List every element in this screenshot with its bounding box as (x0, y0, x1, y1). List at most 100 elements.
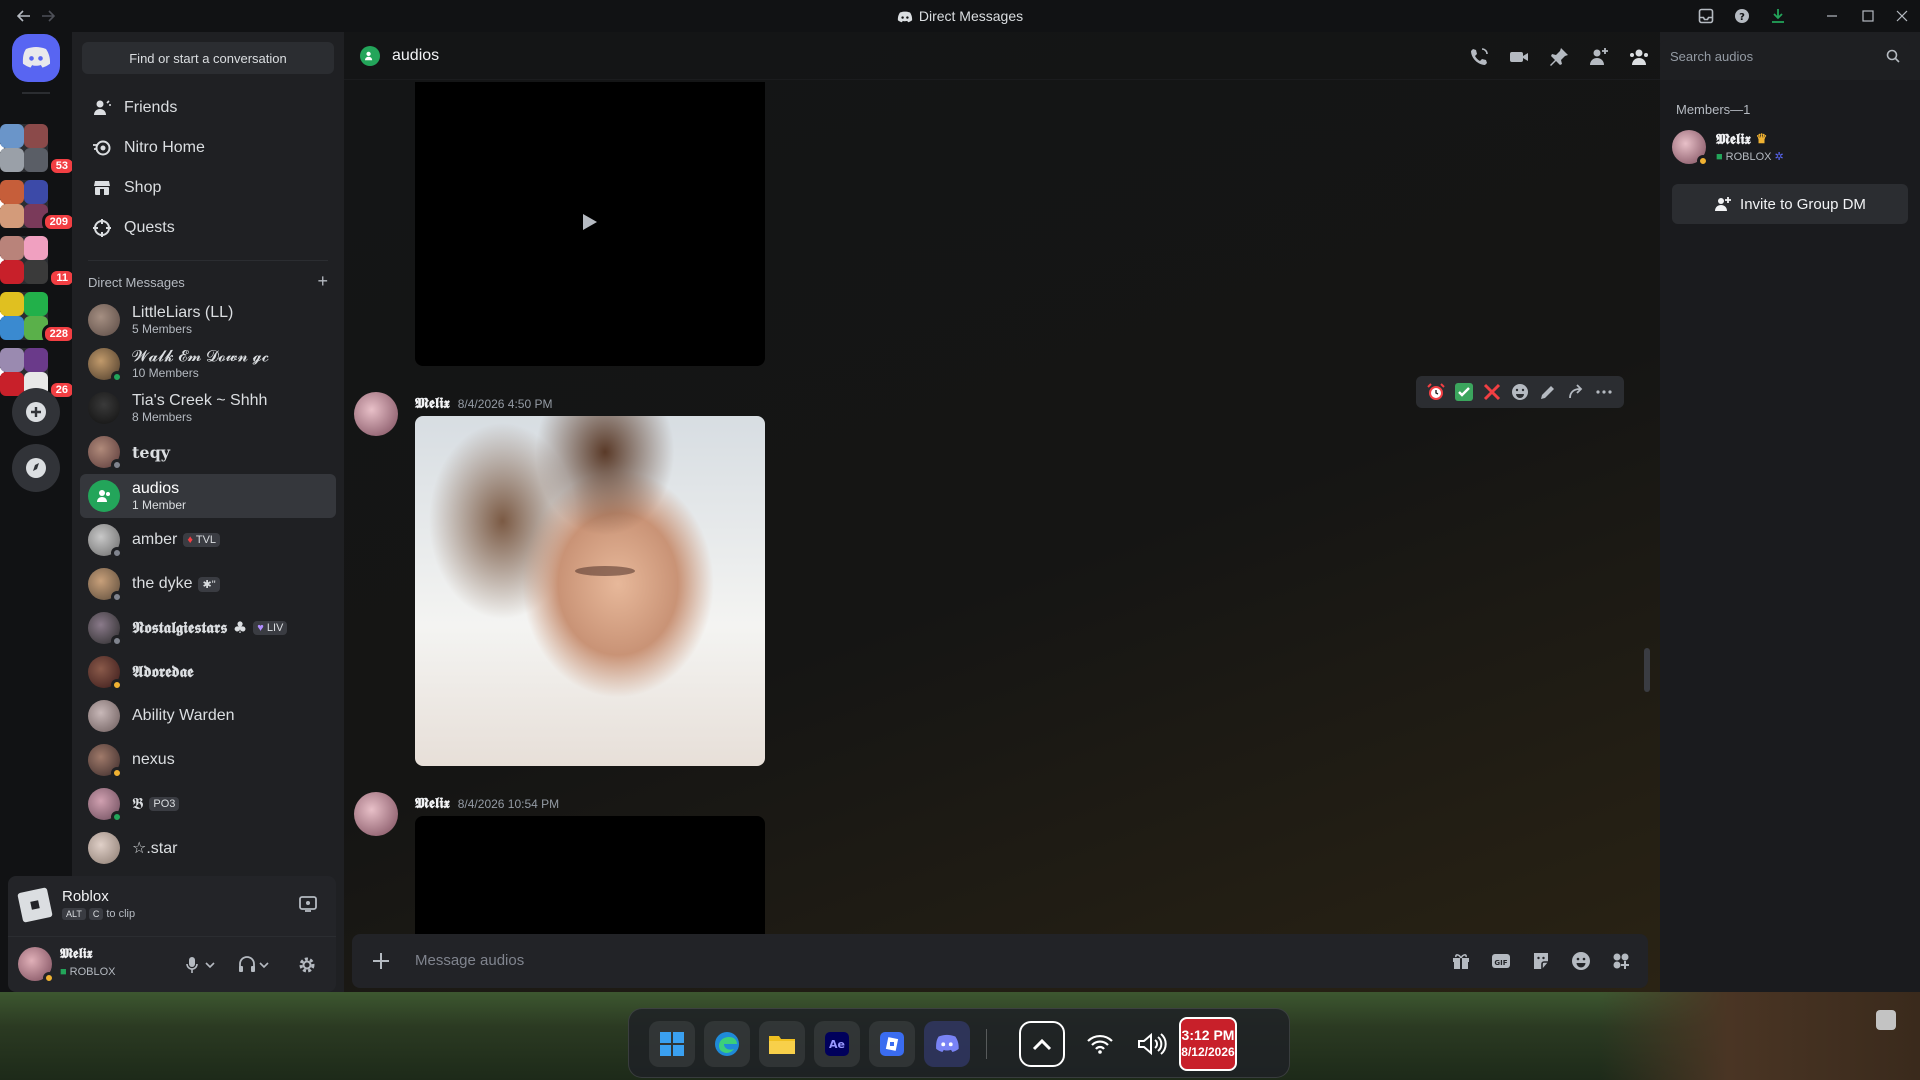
dm-item-nostalgiestars[interactable]: 𝕹𝖔𝖘𝖙𝖆𝖑𝖌𝖎𝖊𝖘𝖙𝖆𝖗𝖘 ♣ ♥ LIV (80, 606, 336, 650)
volume-icon[interactable] (1129, 1021, 1175, 1067)
play-icon[interactable] (581, 212, 599, 232)
headphones-button[interactable] (238, 955, 272, 975)
video-attachment[interactable] (415, 82, 765, 366)
file-explorer-icon[interactable] (759, 1021, 805, 1067)
dm-section-header: Direct Messages + (88, 272, 328, 290)
dm-name: LittleLiars (LL) (132, 304, 234, 321)
clip-settings-icon[interactable] (298, 894, 318, 914)
author-avatar[interactable] (354, 792, 398, 836)
search-audios-input[interactable]: Search audios (1660, 40, 1910, 72)
dm-item-amber[interactable]: amber ♦ TVL (80, 518, 336, 562)
more-options-icon[interactable] (1594, 382, 1614, 402)
dm-item-po3[interactable]: 𝕭 PO3 (80, 782, 336, 826)
heart-icon: ♥ (257, 622, 264, 634)
windows-start-icon[interactable] (649, 1021, 695, 1067)
add-server-button[interactable] (12, 388, 60, 436)
wifi-icon[interactable] (1077, 1021, 1123, 1067)
channel-name: audios (392, 47, 440, 64)
discover-button[interactable] (12, 444, 60, 492)
after-effects-icon[interactable]: Ae (814, 1021, 860, 1067)
server-folder-4[interactable]: 228 (0, 292, 76, 344)
edge-browser-icon[interactable] (704, 1021, 750, 1067)
member-name: 𝕸𝖊𝖑𝖎𝖝 (1716, 130, 1751, 148)
nav-shop[interactable]: Shop (80, 168, 336, 208)
edit-pencil-icon[interactable] (1538, 382, 1558, 402)
author-name[interactable]: 𝕸𝖊𝖑𝖎𝖝 (415, 794, 450, 812)
minimize-icon[interactable] (1822, 6, 1842, 26)
voice-call-icon[interactable] (1468, 46, 1490, 68)
dm-name: Tia's Creek ~ Shhh (132, 392, 268, 409)
show-hidden-icons-button[interactable] (1019, 1021, 1065, 1067)
inbox-icon[interactable] (1696, 6, 1716, 26)
chat-scrollbar[interactable] (1644, 648, 1650, 692)
emoji-icon[interactable] (1570, 950, 1592, 972)
window-title: Direct Messages (0, 8, 1920, 24)
attach-plus-button[interactable] (370, 950, 392, 972)
find-conversation-button[interactable]: Find or start a conversation (82, 42, 334, 74)
cross-mark-icon[interactable] (1482, 382, 1502, 402)
tag-icon: ♦ (187, 534, 193, 546)
help-icon[interactable]: ? (1732, 6, 1752, 26)
roblox-studio-icon[interactable] (869, 1021, 915, 1067)
server-folder-1[interactable]: 53 (0, 124, 76, 176)
dm-item-adoredae[interactable]: 𝕬𝖉𝖔𝖗𝖊𝖉𝖆𝖊 (80, 650, 336, 694)
search-icon (1886, 49, 1900, 63)
nav-friends[interactable]: Friends (80, 88, 336, 128)
create-dm-plus-icon[interactable]: + (317, 272, 328, 290)
add-reaction-icon[interactable] (1510, 382, 1530, 402)
clip-hint: ALT Cto clip (62, 908, 135, 920)
activity-badge-icon: ✲ (1774, 151, 1784, 163)
user-avatar[interactable] (18, 947, 55, 984)
apps-icon[interactable] (1610, 950, 1632, 972)
gif-icon[interactable]: GIF (1490, 950, 1512, 972)
author-name[interactable]: 𝕸𝖊𝖑𝖎𝖝 (415, 394, 450, 412)
video-call-icon[interactable] (1508, 46, 1530, 68)
server-folder-2[interactable]: 209 (0, 180, 76, 232)
dm-item-teqy[interactable]: teqy (80, 430, 336, 474)
dm-item-the-dyke[interactable]: the dyke ✱" (80, 562, 336, 606)
gift-icon[interactable] (1450, 950, 1472, 972)
check-mark-icon[interactable] (1454, 382, 1474, 402)
forward-icon[interactable] (1566, 382, 1586, 402)
guild-tag: ♥ LIV (253, 621, 288, 635)
dm-item-littleliars[interactable]: LittleLiars (LL) 5 Members (80, 298, 336, 342)
video-attachment[interactable] (415, 816, 765, 934)
discord-taskbar-icon[interactable] (924, 1021, 970, 1067)
user-settings-button[interactable] (296, 954, 318, 976)
invite-to-group-dm-button[interactable]: Invite to Group DM (1672, 184, 1908, 224)
message-input[interactable]: Message audios (415, 952, 1175, 969)
close-icon[interactable] (1892, 6, 1912, 26)
gamepad-icon: ■ (1716, 150, 1723, 163)
nav-quests[interactable]: Quests (80, 208, 336, 248)
author-avatar[interactable] (354, 392, 398, 436)
member-item[interactable]: 𝕸𝖊𝖑𝖎𝖝 ♛ ■ ROBLOX ✲ (1672, 126, 1908, 168)
dm-item-ability-warden[interactable]: Ability Warden (80, 694, 336, 738)
download-icon[interactable] (1768, 6, 1788, 26)
avatar (88, 656, 123, 691)
dm-item-tias-creek[interactable]: Tia's Creek ~ Shhh 8 Members (80, 386, 336, 430)
nav-nitro-home[interactable]: Nitro Home (80, 128, 336, 168)
idle-status-dot (43, 972, 55, 984)
dm-item-walk-em-down[interactable]: 𝓦𝓪𝓵𝓴 𝓔𝓶 𝓓𝓸𝔀𝓷 𝓰𝓬 10 Members (80, 342, 336, 386)
dm-item-audios[interactable]: audios 1 Member (80, 474, 336, 518)
avatar (88, 392, 120, 424)
alarm-clock-icon[interactable] (1426, 382, 1446, 402)
maximize-icon[interactable] (1858, 6, 1878, 26)
dm-item-star[interactable]: ☆.star (80, 826, 336, 870)
show-desktop-icon[interactable] (1876, 1010, 1896, 1030)
avatar (88, 612, 123, 647)
mic-button[interactable] (184, 955, 218, 975)
image-attachment[interactable] (415, 416, 765, 766)
add-friends-icon[interactable] (1588, 46, 1610, 68)
server-folder-3[interactable]: 11 (0, 236, 76, 288)
sticker-icon[interactable] (1530, 950, 1552, 972)
clock-widget[interactable]: 3:12 PM 8/12/2026 (1179, 1017, 1237, 1071)
member-list-icon[interactable] (1628, 46, 1650, 68)
dm-item-nexus[interactable]: nexus (80, 738, 336, 782)
home-dm-button[interactable] (12, 34, 60, 82)
pinned-messages-icon[interactable] (1548, 46, 1570, 68)
dm-member-count: 8 Members (132, 410, 193, 424)
nav-label: Shop (124, 179, 162, 196)
offline-status-dot (111, 459, 123, 471)
activity-game-name: Roblox (62, 888, 109, 905)
